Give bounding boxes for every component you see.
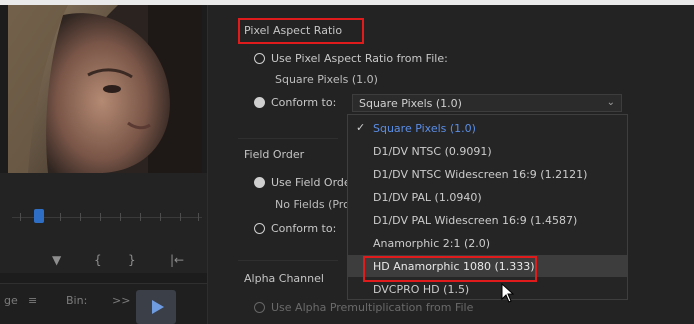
- annotation-box-heading: [238, 18, 364, 44]
- radio-icon[interactable]: [254, 223, 265, 234]
- mouse-cursor-icon: [501, 283, 515, 303]
- radio-icon[interactable]: [254, 53, 265, 64]
- dropdown-option[interactable]: D1/DV NTSC (0.9091): [348, 140, 627, 162]
- radio-icon[interactable]: [254, 302, 265, 313]
- use-par-from-file-option[interactable]: Use Pixel Aspect Ratio from File:: [254, 52, 448, 65]
- ruler-tick: [20, 213, 21, 221]
- ruler-tick: [100, 213, 101, 221]
- option-label: Conform to:: [271, 222, 337, 235]
- radio-selected-icon[interactable]: [254, 177, 265, 188]
- section-divider: [238, 260, 338, 261]
- alpha-channel-heading: Alpha Channel: [244, 272, 324, 285]
- interpret-footage-panel: Pixel Aspect Ratio Use Pixel Aspect Rati…: [207, 5, 694, 324]
- ruler-tick: [198, 213, 199, 221]
- timeline-ruler[interactable]: ▼ { } |←: [0, 173, 207, 273]
- project-tab-partial[interactable]: ge: [4, 294, 18, 307]
- list-view-icon[interactable]: ≡: [28, 294, 37, 307]
- use-alpha-premultiplication-option[interactable]: Use Alpha Premultiplication from File: [254, 301, 473, 314]
- ruler-tick: [160, 213, 161, 221]
- option-label: Use Field Orde: [271, 176, 351, 189]
- ruler-tick: [180, 213, 181, 221]
- video-preview: [8, 5, 202, 173]
- ruler-tick: [120, 213, 121, 221]
- option-label: Use Alpha Premultiplication from File: [271, 301, 474, 314]
- option-label: Use Pixel Aspect Ratio from File:: [271, 52, 448, 65]
- chevron-down-icon[interactable]: ⌄: [607, 97, 615, 108]
- monitor-panel: ▼ { } |← ge ≡ Bin: >>: [0, 5, 207, 324]
- dropdown-option[interactable]: D1/DV NTSC Widescreen 16:9 (1.2121): [348, 163, 627, 185]
- go-to-in-icon[interactable]: |←: [170, 253, 184, 267]
- ruler-tick: [60, 213, 61, 221]
- dropdown-value: Square Pixels (1.0): [359, 96, 462, 110]
- dropdown-option[interactable]: Anamorphic 2:1 (2.0): [348, 232, 627, 254]
- field-order-heading: Field Order: [244, 148, 305, 161]
- ruler-tick: [80, 213, 81, 221]
- par-from-file-value: Square Pixels (1.0): [275, 73, 378, 86]
- conform-par-option[interactable]: Conform to:: [254, 96, 336, 109]
- more-tabs-icon[interactable]: >>: [112, 294, 130, 307]
- option-label: Conform to:: [271, 96, 337, 109]
- dropdown-option[interactable]: D1/DV PAL (1.0940): [348, 186, 627, 208]
- annotation-box-option: [363, 256, 537, 282]
- playhead[interactable]: [34, 209, 44, 223]
- dropdown-option[interactable]: ✓ Square Pixels (1.0): [348, 117, 627, 139]
- ruler-tick: [140, 213, 141, 221]
- marker-icon[interactable]: ▼: [52, 253, 61, 267]
- play-button[interactable]: [136, 290, 176, 324]
- checkmark-icon: ✓: [356, 121, 366, 134]
- conform-field-order-option[interactable]: Conform to:: [254, 222, 336, 235]
- use-field-order-option[interactable]: Use Field Orde: [254, 176, 351, 189]
- mark-in-icon[interactable]: {: [94, 253, 102, 267]
- mark-out-icon[interactable]: }: [128, 253, 136, 267]
- panel-tab-bar: ge ≡ Bin: >>: [0, 283, 207, 324]
- dropdown-option[interactable]: D1/DV PAL Widescreen 16:9 (1.4587): [348, 209, 627, 231]
- field-order-from-file-value: No Fields (Pro: [275, 198, 350, 211]
- bin-tab[interactable]: Bin:: [66, 294, 87, 307]
- radio-selected-icon[interactable]: [254, 97, 265, 108]
- section-divider: [238, 138, 338, 139]
- par-conform-dropdown[interactable]: Square Pixels (1.0) ⌄: [352, 94, 622, 112]
